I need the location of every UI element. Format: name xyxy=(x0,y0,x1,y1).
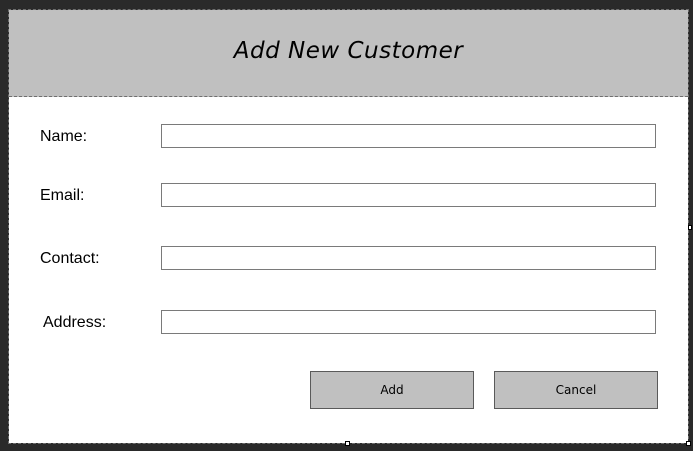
name-input[interactable] xyxy=(161,124,656,148)
add-customer-form: Add New Customer Name: Email: Contact: A… xyxy=(8,9,689,444)
contact-input[interactable] xyxy=(161,246,656,270)
resize-handle-corner[interactable] xyxy=(686,441,691,446)
resize-handle-right[interactable] xyxy=(688,225,692,230)
designer-surface: Add New Customer Name: Email: Contact: A… xyxy=(0,0,693,451)
address-input[interactable] xyxy=(161,310,656,334)
form-title: Add New Customer xyxy=(233,38,464,64)
email-label: Email: xyxy=(40,187,85,204)
email-input[interactable] xyxy=(161,183,656,207)
cancel-button[interactable]: Cancel xyxy=(494,371,658,409)
contact-label: Contact: xyxy=(40,250,100,267)
address-label: Address: xyxy=(43,314,107,331)
add-button[interactable]: Add xyxy=(310,371,474,409)
name-label: Name: xyxy=(40,128,88,145)
resize-handle-bottom[interactable] xyxy=(345,441,350,446)
form-header: Add New Customer xyxy=(9,10,688,97)
